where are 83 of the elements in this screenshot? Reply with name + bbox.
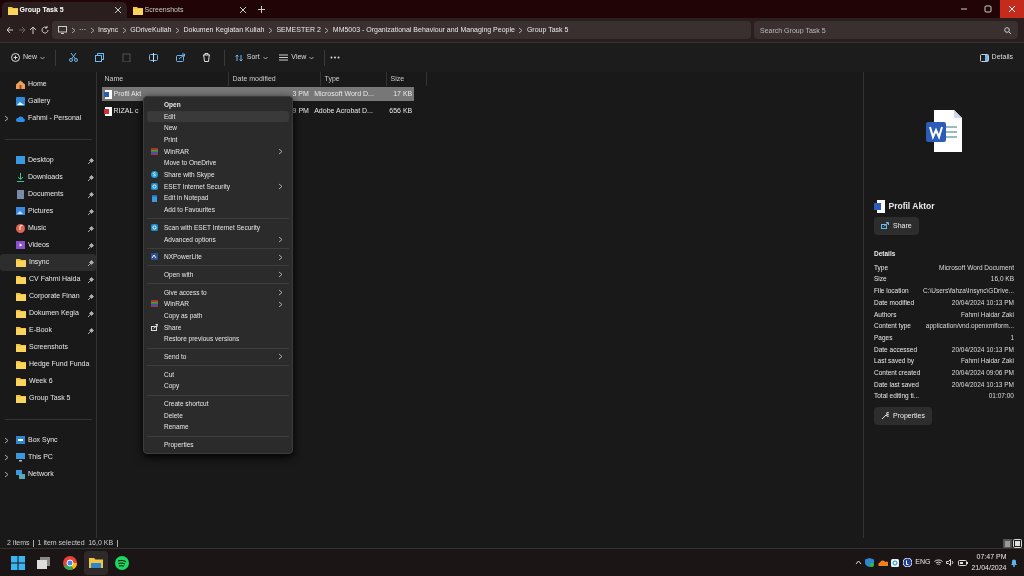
more-icon[interactable] — [329, 56, 340, 59]
compress-icon — [151, 253, 158, 261]
winrar-icon — [151, 300, 158, 308]
scissors-icon — [68, 53, 78, 62]
chevron-right-icon — [267, 26, 273, 34]
monitor-icon — [58, 26, 67, 34]
details-pane-icon — [979, 53, 989, 62]
download-icon — [16, 173, 25, 182]
folder-icon — [16, 360, 26, 369]
monitor-icon — [16, 453, 25, 462]
close-icon[interactable] — [114, 7, 121, 13]
music-app-icon[interactable] — [113, 553, 131, 572]
cloud-icon — [16, 114, 25, 123]
word-document-icon — [874, 200, 885, 213]
folder-icon — [16, 275, 26, 284]
shield-icon — [151, 182, 158, 190]
close-icon[interactable] — [1000, 0, 1024, 18]
folder-icon — [16, 377, 26, 386]
details-view-icon[interactable] — [1002, 538, 1012, 548]
browser-icon[interactable] — [61, 553, 79, 572]
clipboard-icon — [122, 53, 131, 62]
desktop-icon — [16, 156, 25, 165]
start-icon[interactable] — [9, 553, 27, 572]
folder-icon — [132, 5, 143, 15]
battery-icon[interactable] — [957, 559, 968, 566]
tray-app-icon[interactable] — [902, 558, 912, 567]
folder-icon — [16, 258, 26, 267]
skype-icon — [151, 171, 158, 179]
bell-icon[interactable] — [1010, 558, 1018, 567]
up-icon[interactable] — [29, 26, 37, 34]
gallery-icon — [16, 97, 25, 106]
wifi-icon[interactable] — [933, 559, 943, 566]
network-icon — [16, 470, 25, 479]
caret-icon — [40, 55, 45, 60]
plus-icon[interactable] — [257, 6, 265, 13]
sort-icon — [234, 53, 244, 62]
folder-icon — [16, 326, 26, 335]
chevron-right-icon — [324, 26, 330, 34]
list-icon — [279, 54, 289, 61]
caret-icon — [262, 55, 268, 60]
folder-icon — [7, 5, 18, 15]
back-icon[interactable] — [6, 26, 14, 34]
plus-circle-icon — [11, 53, 20, 62]
trash-icon — [202, 53, 212, 62]
share-icon — [151, 323, 158, 331]
wrench-icon — [881, 411, 889, 420]
chevron-right-icon — [70, 26, 76, 34]
chevron-right-icon — [121, 26, 127, 34]
folder-icon — [16, 343, 26, 352]
chevron-up-icon[interactable] — [854, 560, 862, 565]
forward-icon[interactable] — [17, 26, 26, 34]
picture-icon — [16, 207, 25, 216]
document-icon — [16, 190, 25, 199]
copy-icon — [95, 53, 105, 62]
shield-icon — [151, 223, 158, 231]
rename-icon — [148, 53, 158, 62]
box-sync-icon — [16, 436, 25, 445]
tiles-view-icon[interactable] — [1013, 538, 1023, 548]
cloud-icon[interactable] — [877, 559, 888, 566]
shield-icon[interactable] — [865, 558, 875, 567]
close-icon[interactable] — [239, 7, 246, 13]
tray-app-icon[interactable] — [891, 558, 900, 567]
pdf-document-icon — [103, 106, 112, 116]
winrar-icon — [151, 147, 158, 155]
word-document-icon — [926, 110, 962, 152]
chevron-right-icon — [89, 26, 95, 34]
refresh-icon[interactable] — [40, 26, 49, 34]
video-icon — [16, 241, 25, 250]
folder-icon — [16, 309, 26, 318]
chevron-right-icon — [518, 26, 524, 34]
caret-icon — [309, 55, 315, 60]
word-document-icon — [103, 89, 112, 99]
share-icon — [175, 53, 185, 62]
chevron-right-icon — [175, 26, 180, 34]
folder-icon — [16, 394, 26, 403]
notepad-icon — [151, 194, 158, 202]
file-name: Profil Aktor — [888, 200, 935, 213]
share-icon — [881, 222, 889, 230]
search-icon — [1004, 27, 1011, 34]
house-icon — [16, 80, 25, 89]
music-icon — [16, 224, 25, 233]
speaker-icon[interactable] — [946, 559, 955, 566]
folder-icon — [16, 292, 26, 301]
